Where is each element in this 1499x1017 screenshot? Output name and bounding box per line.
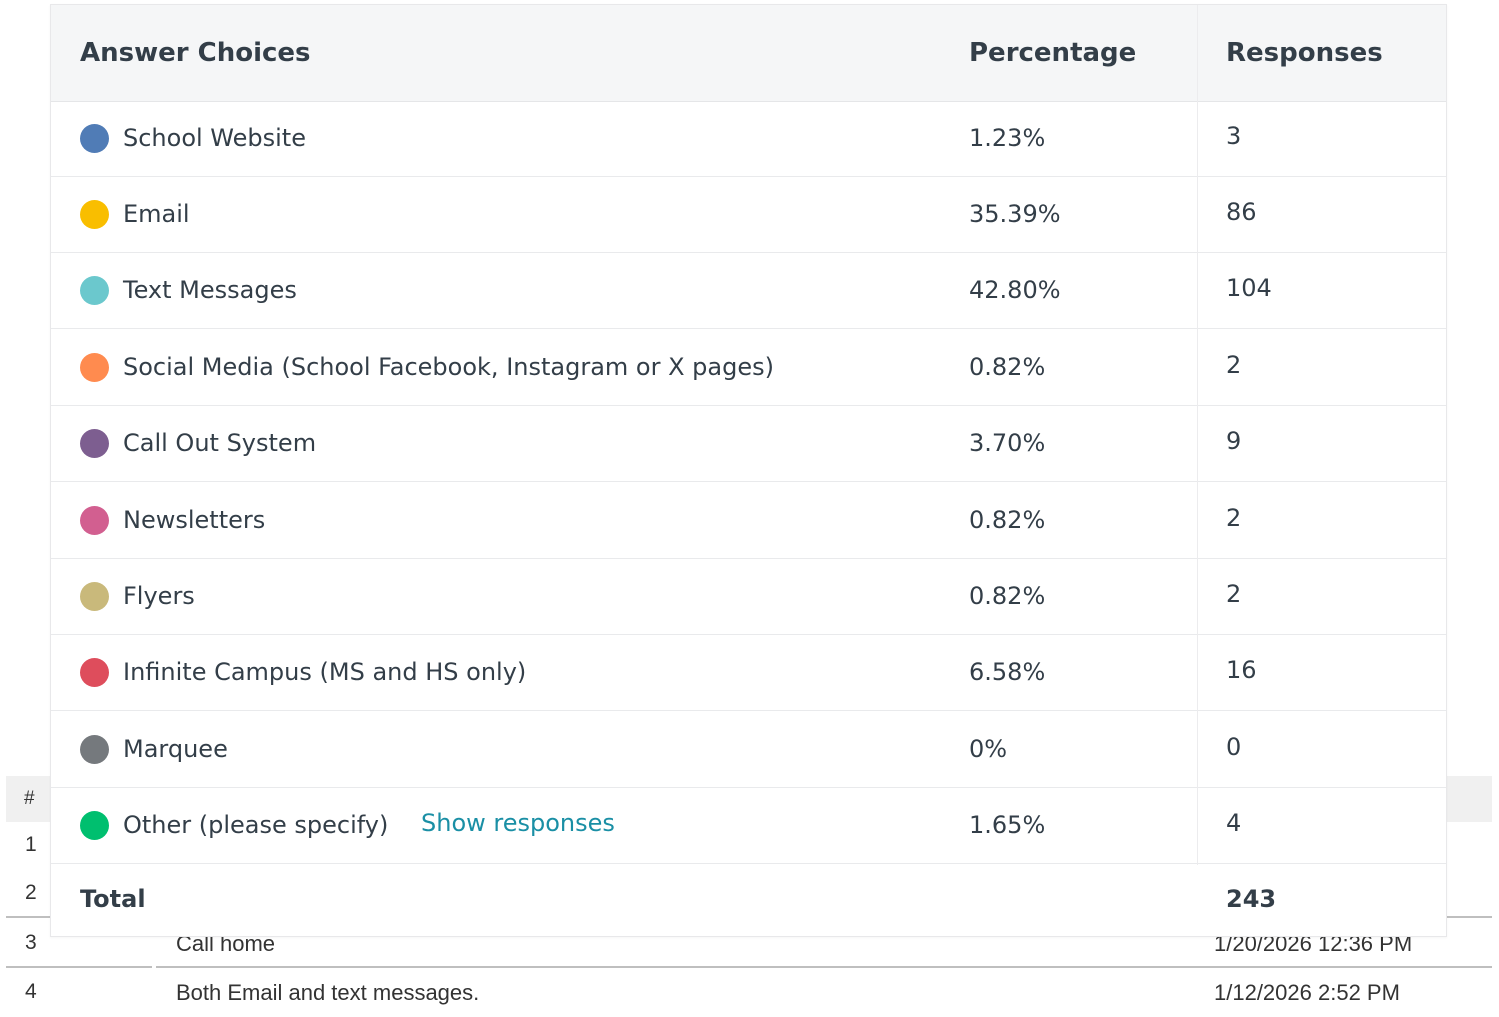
answer-responses: 4 bbox=[1226, 809, 1242, 837]
row-divider bbox=[156, 966, 1492, 968]
answer-percentage: 3.70% bbox=[969, 429, 1046, 457]
answer-row: School Website 1.23% 3 bbox=[51, 101, 1446, 177]
column-number-header: # bbox=[24, 788, 35, 809]
color-dot-icon bbox=[80, 582, 109, 611]
row-number: 4 bbox=[25, 980, 37, 1003]
answer-percentage: 0% bbox=[969, 735, 1008, 763]
color-dot-icon bbox=[80, 506, 109, 535]
row-number: 1 bbox=[25, 833, 37, 856]
answer-responses: 2 bbox=[1226, 504, 1242, 532]
answer-responses: 104 bbox=[1226, 274, 1272, 302]
color-dot-icon bbox=[80, 735, 109, 764]
answer-responses: 3 bbox=[1226, 122, 1242, 150]
answer-label: School Website bbox=[123, 124, 306, 152]
row-number: 3 bbox=[25, 931, 37, 954]
answer-choices-header: Answer Choices bbox=[80, 38, 311, 68]
answer-row: Other (please specify) Show responses 1.… bbox=[51, 788, 1446, 864]
answer-row: Text Messages 42.80% 104 bbox=[51, 253, 1446, 329]
answer-label: Marquee bbox=[123, 735, 228, 763]
answer-row: Flyers 0.82% 2 bbox=[51, 559, 1446, 635]
answer-label: Newsletters bbox=[123, 506, 266, 534]
answer-row: Social Media (School Facebook, Instagram… bbox=[51, 330, 1446, 406]
total-row: Total 243 bbox=[51, 865, 1446, 936]
percentage-header: Percentage bbox=[969, 38, 1137, 68]
answer-responses: 16 bbox=[1226, 656, 1257, 684]
answer-label: Social Media (School Facebook, Instagram… bbox=[123, 353, 774, 381]
answer-responses: 9 bbox=[1226, 427, 1242, 455]
color-dot-icon bbox=[80, 811, 109, 840]
total-label: Total bbox=[80, 885, 146, 913]
answer-row: Marquee 0% 0 bbox=[51, 712, 1446, 788]
color-dot-icon bbox=[80, 276, 109, 305]
answer-percentage: 0.82% bbox=[969, 582, 1046, 610]
total-value: 243 bbox=[1226, 885, 1277, 913]
answer-percentage: 0.82% bbox=[969, 353, 1046, 381]
row-divider bbox=[6, 966, 152, 968]
answer-label: Text Messages bbox=[123, 276, 297, 304]
answer-responses: 2 bbox=[1226, 351, 1242, 379]
answer-label: Email bbox=[123, 200, 190, 228]
answer-percentage: 6.58% bbox=[969, 658, 1046, 686]
responses-header: Responses bbox=[1226, 38, 1383, 68]
row-number: 2 bbox=[25, 881, 37, 904]
column-divider bbox=[1197, 5, 1198, 865]
color-dot-icon bbox=[80, 429, 109, 458]
color-dot-icon bbox=[80, 658, 109, 687]
answer-percentage: 1.23% bbox=[969, 124, 1046, 152]
answer-label: Call Out System bbox=[123, 429, 317, 457]
response-text: Both Email and text messages. bbox=[176, 980, 480, 1005]
answer-label: Other (please specify) bbox=[123, 811, 389, 839]
answer-row: Email 35.39% 86 bbox=[51, 177, 1446, 253]
answer-responses: 0 bbox=[1226, 733, 1242, 761]
answer-row: Infinite Campus (MS and HS only) 6.58% 1… bbox=[51, 635, 1446, 711]
answer-percentage: 0.82% bbox=[969, 506, 1046, 534]
answer-percentage: 1.65% bbox=[969, 811, 1046, 839]
answer-percentage: 42.80% bbox=[969, 276, 1061, 304]
show-responses-link[interactable]: Show responses bbox=[421, 809, 615, 837]
answer-responses: 2 bbox=[1226, 580, 1242, 608]
answer-responses: 86 bbox=[1226, 198, 1257, 226]
color-dot-icon bbox=[80, 353, 109, 382]
answer-label: Infinite Campus (MS and HS only) bbox=[123, 658, 527, 686]
table-header: Answer Choices Percentage Responses bbox=[51, 5, 1446, 102]
answer-label: Flyers bbox=[123, 582, 195, 610]
answer-percentage: 35.39% bbox=[969, 200, 1061, 228]
color-dot-icon bbox=[80, 200, 109, 229]
answer-row: Newsletters 0.82% 2 bbox=[51, 483, 1446, 559]
table-row: 4 Both Email and text messages. 1/12/202… bbox=[6, 969, 1492, 1017]
answer-row: Call Out System 3.70% 9 bbox=[51, 406, 1446, 482]
color-dot-icon bbox=[80, 124, 109, 153]
response-date: 1/12/2026 2:52 PM bbox=[1214, 980, 1400, 1005]
answer-choices-table: Answer Choices Percentage Responses Scho… bbox=[50, 4, 1447, 937]
